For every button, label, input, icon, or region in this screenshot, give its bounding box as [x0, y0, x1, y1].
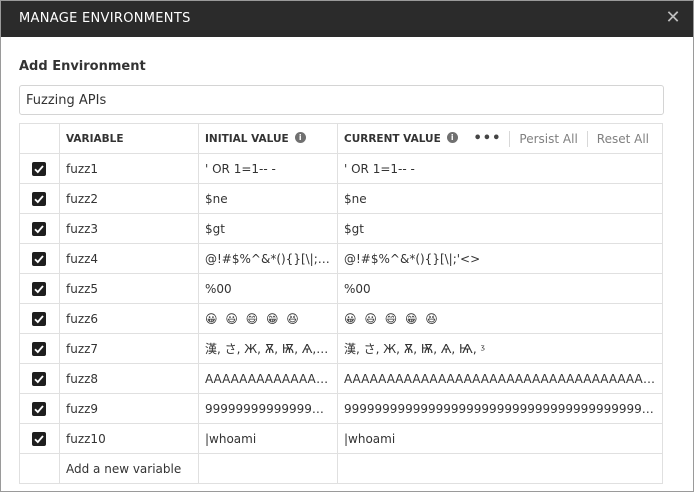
current-value-cell[interactable]: 漢, さ, Ж, Ѫ, Ѭ, Ѧ, Ѩ, ᶾ	[337, 333, 663, 364]
table-header-row: VARIABLE INITIAL VALUE i CURRENT VALUE i •…	[19, 123, 663, 154]
variable-name-cell[interactable]: fuzz5	[59, 273, 199, 304]
current-value-cell[interactable]: $gt	[337, 213, 663, 244]
dialog-title: MANAGE ENVIRONMENTS	[19, 11, 191, 26]
current-value-cell[interactable]: |whoami	[337, 423, 663, 454]
checkmark-icon	[34, 255, 44, 264]
row-checkbox-cell	[19, 213, 60, 244]
header-variable-label: VARIABLE	[66, 132, 124, 145]
checkmark-icon	[34, 315, 44, 324]
table-row: fuzz6 😀 😃 😄 😁 😆 😀 😃 😄 😁 😆	[19, 303, 663, 334]
header-checkbox-cell	[19, 123, 60, 154]
table-row: fuzz2 $ne $ne	[19, 183, 663, 214]
initial-value-cell[interactable]: @!#$%^&*(){}[\|;'<>	[198, 243, 338, 274]
enable-checkbox[interactable]	[32, 191, 46, 206]
initial-value-cell[interactable]: AAAAAAAAAAAAAAAAAAAAAAAAAAAAAAAAAAAA	[198, 363, 338, 394]
checkmark-icon	[34, 285, 44, 294]
close-icon[interactable]: ✕	[663, 7, 683, 29]
initial-value-cell[interactable]: 99999999999999999999999999999999	[198, 393, 338, 424]
enable-checkbox[interactable]	[32, 431, 46, 446]
table-row: fuzz5 %00 %00	[19, 273, 663, 304]
new-variable-row: Add a new variable	[19, 453, 663, 484]
new-initial-value-cell[interactable]	[198, 453, 338, 484]
manage-environments-dialog: MANAGE ENVIRONMENTS ✕ Add Environment VA…	[0, 0, 694, 492]
info-icon[interactable]: i	[294, 132, 306, 143]
variables-body: fuzz1 ' OR 1=1-- - ' OR 1=1-- - fuzz2 $n…	[19, 153, 663, 484]
variable-name-cell[interactable]: fuzz4	[59, 243, 199, 274]
row-checkbox-cell	[19, 273, 60, 304]
header-current-value: CURRENT VALUE i ••• Persist All Reset All	[337, 123, 663, 154]
initial-value-cell[interactable]: 😀 😃 😄 😁 😆	[198, 303, 338, 334]
row-checkbox-cell	[19, 303, 60, 334]
table-row: fuzz10 |whoami |whoami	[19, 423, 663, 454]
enable-checkbox[interactable]	[32, 371, 46, 386]
add-environment-label: Add Environment	[19, 59, 146, 74]
initial-value-cell[interactable]: ' OR 1=1-- -	[198, 153, 338, 184]
row-checkbox-cell	[19, 243, 60, 274]
environment-name-input[interactable]	[19, 85, 664, 115]
current-value-cell[interactable]: 9999999999999999999999999999999999999999…	[337, 393, 663, 424]
variable-name-cell[interactable]: fuzz3	[59, 213, 199, 244]
row-checkbox-cell	[19, 393, 60, 424]
header-current-value-label: CURRENT VALUE	[344, 132, 441, 145]
initial-value-cell[interactable]: |whoami	[198, 423, 338, 454]
initial-value-cell[interactable]: $gt	[198, 213, 338, 244]
variable-name-cell[interactable]: fuzz10	[59, 423, 199, 454]
initial-value-cell[interactable]: 漢, さ, Ж, Ѫ, Ѭ, Ѧ, Ѩ, ᶾ	[198, 333, 338, 364]
enable-checkbox[interactable]	[32, 161, 46, 176]
current-value-cell[interactable]: ' OR 1=1-- -	[337, 153, 663, 184]
new-current-value-cell[interactable]	[337, 453, 663, 484]
enable-checkbox[interactable]	[32, 311, 46, 326]
variable-name-cell[interactable]: fuzz1	[59, 153, 199, 184]
checkmark-icon	[34, 435, 44, 444]
checkmark-icon	[34, 375, 44, 384]
new-variable-input[interactable]: Add a new variable	[59, 453, 199, 484]
persist-all-button[interactable]: Persist All	[510, 132, 586, 146]
more-options-icon[interactable]: •••	[465, 131, 509, 146]
dialog-titlebar: MANAGE ENVIRONMENTS ✕	[1, 1, 693, 37]
variable-name-cell[interactable]: fuzz7	[59, 333, 199, 364]
checkmark-icon	[34, 405, 44, 414]
enable-checkbox[interactable]	[32, 251, 46, 266]
current-value-cell[interactable]: %00	[337, 273, 663, 304]
variable-name-cell[interactable]: fuzz9	[59, 393, 199, 424]
current-value-cell[interactable]: @!#$%^&*(){}[\|;'<>	[337, 243, 663, 274]
row-checkbox-cell	[19, 153, 60, 184]
checkmark-icon	[34, 345, 44, 354]
initial-value-cell[interactable]: $ne	[198, 183, 338, 214]
row-checkbox-cell	[19, 333, 60, 364]
row-checkbox-cell	[19, 423, 60, 454]
variables-table: VARIABLE INITIAL VALUE i CURRENT VALUE i •…	[19, 123, 663, 484]
table-row: fuzz9 99999999999999999 999999999999999 9…	[19, 393, 663, 424]
reset-all-button[interactable]: Reset All	[588, 132, 658, 146]
row-checkbox-cell	[19, 363, 60, 394]
current-value-cell[interactable]: 😀 😃 😄 😁 😆	[337, 303, 663, 334]
enable-checkbox[interactable]	[32, 281, 46, 296]
checkmark-icon	[34, 195, 44, 204]
header-initial-value-label: INITIAL VALUE	[205, 132, 289, 145]
table-row: fuzz7 漢, さ, Ж, Ѫ, Ѭ, Ѧ, Ѩ, ᶾ 漢, さ, Ж, Ѫ,…	[19, 333, 663, 364]
table-row: fuzz1 ' OR 1=1-- - ' OR 1=1-- -	[19, 153, 663, 184]
table-row: fuzz3 $gt $gt	[19, 213, 663, 244]
variable-name-cell[interactable]: fuzz8	[59, 363, 199, 394]
info-icon[interactable]: i	[446, 132, 458, 143]
header-actions: ••• Persist All Reset All	[465, 125, 658, 153]
checkmark-icon	[34, 225, 44, 234]
checkmark-icon	[34, 165, 44, 174]
header-variable: VARIABLE	[59, 123, 199, 154]
new-row-checkbox-cell	[19, 453, 60, 484]
initial-value-cell[interactable]: %00	[198, 273, 338, 304]
current-value-cell[interactable]: $ne	[337, 183, 663, 214]
enable-checkbox[interactable]	[32, 341, 46, 356]
variable-name-cell[interactable]: fuzz2	[59, 183, 199, 214]
row-checkbox-cell	[19, 183, 60, 214]
enable-checkbox[interactable]	[32, 401, 46, 416]
variable-name-cell[interactable]: fuzz6	[59, 303, 199, 334]
enable-checkbox[interactable]	[32, 221, 46, 236]
header-initial-value: INITIAL VALUE i	[198, 123, 338, 154]
table-row: fuzz4 @!#$%^&*(){}[\|;'<> @!#$%^&*(){}[\…	[19, 243, 663, 274]
current-value-cell[interactable]: AAAAAAAAAAAAAAAAAAAAAAAAAAAAAAAAAAAAAAAA…	[337, 363, 663, 394]
table-row: fuzz8 AAAAAAAAAAAAAAA AAAAAAAAAAAAAAAAAAA…	[19, 363, 663, 394]
